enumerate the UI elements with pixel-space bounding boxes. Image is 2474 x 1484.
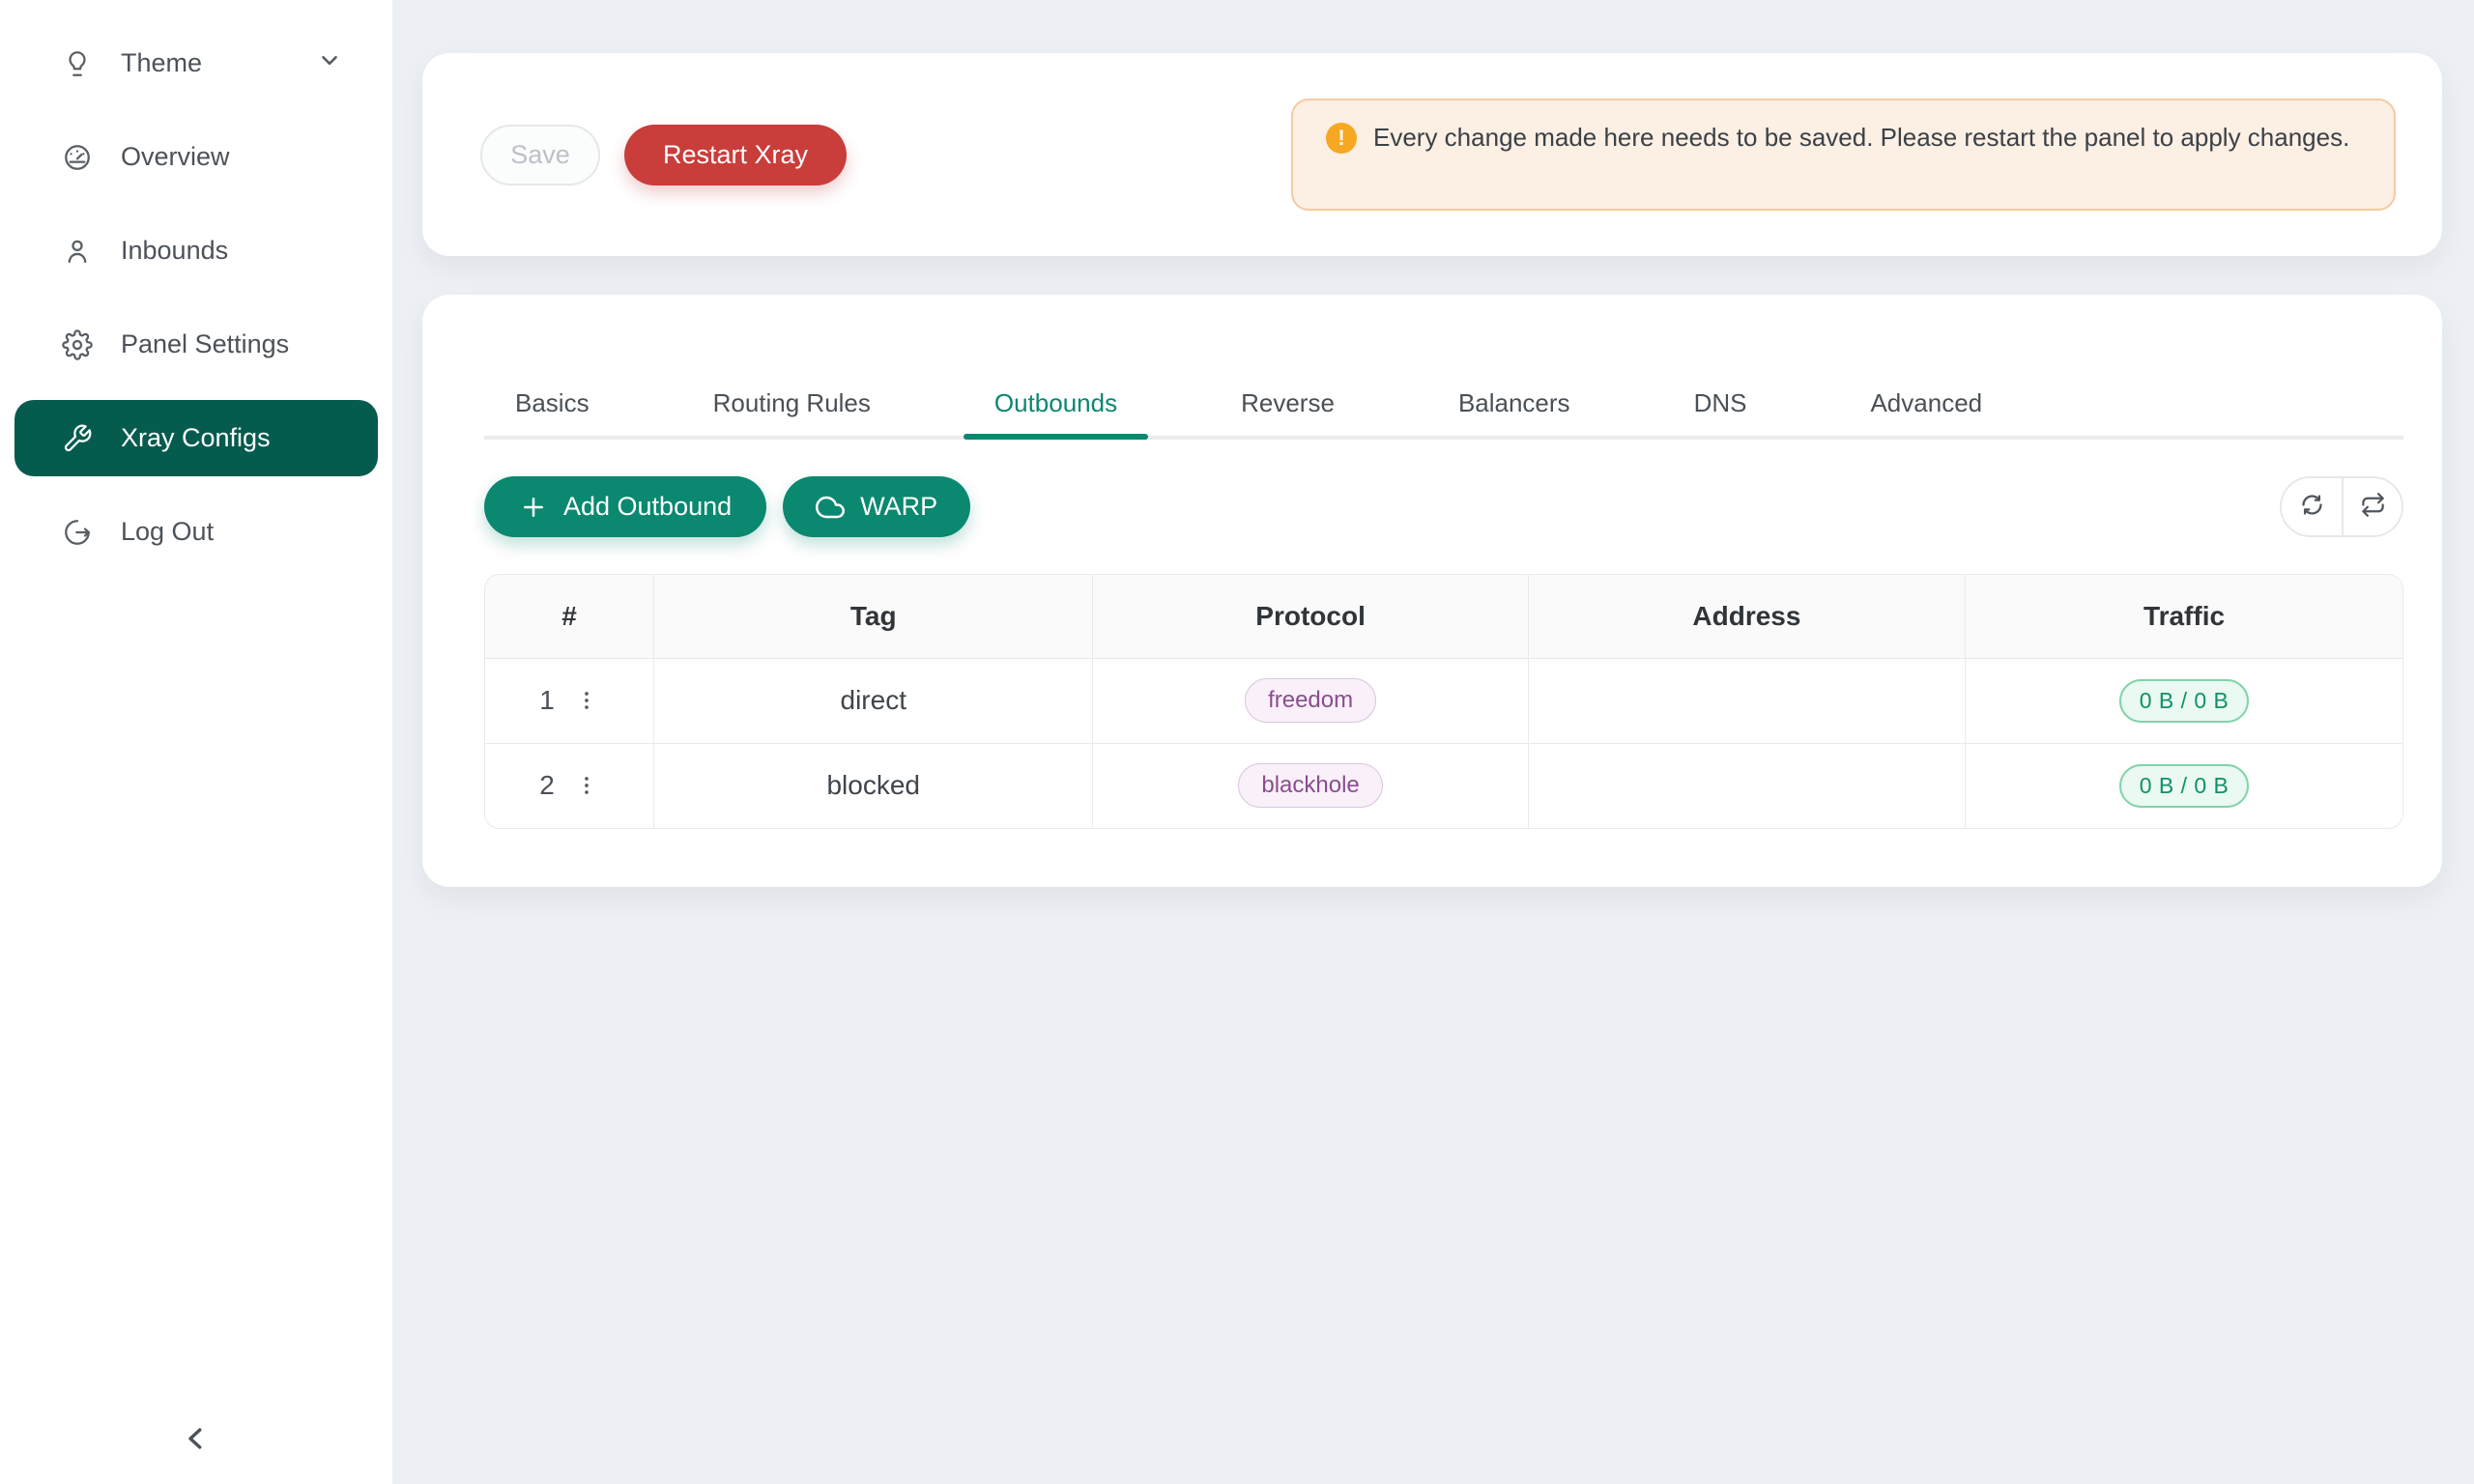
table-row: 2 blocked blackhole 0 B / 0 B xyxy=(485,743,2402,828)
refresh-button[interactable] xyxy=(2282,478,2342,535)
table-row: 1 direct freedom 0 B / 0 B xyxy=(485,658,2402,743)
cloud-icon xyxy=(816,493,845,522)
traffic-badge: 0 B / 0 B xyxy=(2119,764,2250,808)
warp-button[interactable]: WARP xyxy=(783,476,970,537)
app-window: Theme Overview Inbounds Panel Settings xyxy=(0,0,2474,1484)
table-tools-group xyxy=(2280,476,2403,537)
tab-balancers[interactable]: Balancers xyxy=(1427,385,1601,436)
column-header-traffic: Traffic xyxy=(1966,575,2402,658)
tab-advanced[interactable]: Advanced xyxy=(1839,385,2013,436)
row-tag: blocked xyxy=(654,743,1093,828)
row-index: 2 xyxy=(539,770,555,801)
column-header-tag: Tag xyxy=(654,575,1093,658)
sidebar-item-label: Overview xyxy=(121,142,230,172)
tab-outbounds[interactable]: Outbounds xyxy=(964,385,1148,436)
warp-label: WARP xyxy=(860,492,937,522)
sidebar: Theme Overview Inbounds Panel Settings xyxy=(0,0,392,1484)
traffic-badge: 0 B / 0 B xyxy=(2119,679,2250,723)
sidebar-item-label: Log Out xyxy=(121,517,214,547)
tab-basics[interactable]: Basics xyxy=(484,385,620,436)
wrench-icon xyxy=(62,423,93,454)
row-index: 1 xyxy=(539,685,555,716)
tab-dns[interactable]: DNS xyxy=(1663,385,1778,436)
row-address xyxy=(1528,658,1965,743)
warning-alert: ! Every change made here needs to be sav… xyxy=(1291,99,2396,211)
row-menu-kebab-icon[interactable] xyxy=(574,773,599,798)
user-icon xyxy=(62,236,93,267)
table-header-row: # Tag Protocol Address Traffic xyxy=(485,575,2402,658)
sidebar-item-log-out[interactable]: Log Out xyxy=(14,494,378,570)
repeat-button[interactable] xyxy=(2342,478,2402,535)
tab-bar: Basics Routing Rules Outbounds Reverse B… xyxy=(484,385,2403,440)
column-header-address: Address xyxy=(1528,575,1965,658)
xray-configs-card: Basics Routing Rules Outbounds Reverse B… xyxy=(422,295,2442,887)
tab-reverse[interactable]: Reverse xyxy=(1210,385,1366,436)
row-menu-kebab-icon[interactable] xyxy=(574,688,599,713)
sidebar-item-overview[interactable]: Overview xyxy=(14,119,378,195)
gear-icon xyxy=(62,329,93,360)
main-content: Save Restart Xray ! Every change made he… xyxy=(392,0,2474,1484)
row-address xyxy=(1528,743,1965,828)
protocol-badge: freedom xyxy=(1245,678,1376,723)
lightbulb-icon xyxy=(62,48,93,79)
add-outbound-button[interactable]: Add Outbound xyxy=(484,476,766,537)
sidebar-item-xray-configs[interactable]: Xray Configs xyxy=(14,400,378,476)
logout-icon xyxy=(62,517,93,548)
row-tag: direct xyxy=(654,658,1093,743)
column-header-protocol: Protocol xyxy=(1093,575,1528,658)
sidebar-item-label: Panel Settings xyxy=(121,329,289,359)
plus-icon xyxy=(519,493,548,522)
warning-icon: ! xyxy=(1326,123,1357,154)
warning-alert-text: Every change made here needs to be saved… xyxy=(1373,116,2349,158)
outbounds-actions-row: Add Outbound WARP xyxy=(484,476,2403,537)
column-header-index: # xyxy=(485,575,654,658)
sidebar-item-inbounds[interactable]: Inbounds xyxy=(14,213,378,289)
restart-xray-button[interactable]: Restart Xray xyxy=(624,125,847,186)
dashboard-icon xyxy=(62,142,93,173)
sidebar-item-panel-settings[interactable]: Panel Settings xyxy=(14,306,378,383)
sidebar-item-label: Theme xyxy=(121,48,202,78)
tab-routing-rules[interactable]: Routing Rules xyxy=(682,385,902,436)
sidebar-collapse-button[interactable] xyxy=(0,1421,392,1461)
sidebar-item-theme[interactable]: Theme xyxy=(14,25,378,101)
outbounds-table: # Tag Protocol Address Traffic 1 xyxy=(484,574,2403,829)
sidebar-item-label: Xray Configs xyxy=(121,423,271,453)
chevron-down-icon xyxy=(317,47,342,79)
chevron-left-icon xyxy=(179,1421,214,1461)
toolbar-card: Save Restart Xray ! Every change made he… xyxy=(422,53,2442,256)
refresh-icon xyxy=(2299,492,2325,523)
protocol-badge: blackhole xyxy=(1238,763,1382,808)
save-button[interactable]: Save xyxy=(480,125,600,186)
add-outbound-label: Add Outbound xyxy=(563,492,732,522)
sidebar-item-label: Inbounds xyxy=(121,236,228,266)
repeat-icon xyxy=(2360,492,2386,523)
